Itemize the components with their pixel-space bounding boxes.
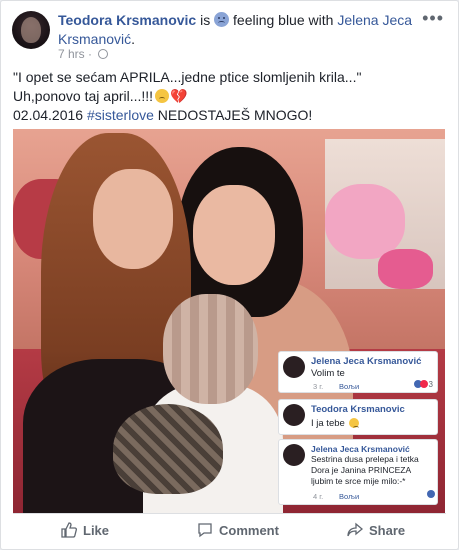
comment-1-reply[interactable]: Вољи [339,382,359,391]
comment-2-text-wrap: I ja tebe [311,418,360,429]
post-date: 02.04.2016 [13,107,87,123]
post-line-3: 02.04.2016 #sisterlove NEDOSTAJEŠ MNOGO! [13,106,443,125]
post-meta: 7 hrs · [58,47,109,61]
post-line-1: "I opet se sećam APRILA...jedne ptice sl… [13,69,362,85]
comment-2-text: I ja tebe [311,418,345,429]
comment-button[interactable]: Comment [197,514,279,550]
share-icon [347,522,363,537]
like-reaction-icon [427,490,435,498]
comment-1-time: 3 г. [313,382,324,391]
feeling-emoji-icon [214,12,230,27]
post-card: Teodora Krsmanovic is feeling blue with … [0,0,459,550]
comment-3-reply[interactable]: Вољи [339,492,359,501]
meta-separator: · [84,47,96,61]
tagged-suffix: . [131,31,136,47]
post-text: "I opet se sećam APRILA...jedne ptice sl… [13,68,443,125]
comment-2-avatar[interactable] [283,404,305,426]
post-header: Teodora Krsmanovic is feeling blue with … [58,11,418,49]
photo-cat [113,404,223,494]
comment-1-avatar[interactable] [283,356,305,378]
comment-label: Comment [219,523,279,538]
comment-1-text: Volim te [311,368,345,379]
thumbs-up-icon [61,522,77,538]
post-time[interactable]: 7 hrs [58,47,85,61]
action-bar: Like Comment Share [13,513,446,549]
post-line-2-text: Uh,ponovo taj april...!!! [13,88,154,104]
author-name[interactable]: Teodora Krsmanovic [58,12,196,28]
comment-1-reaction-count: 3 [428,380,433,389]
comment-3-author[interactable]: Jelena Jeca Krsmanović [311,444,410,454]
comment-1: Jelena Jeca Krsmanović Volim te 3 г. Вољ… [278,351,438,393]
hashtag-link[interactable]: #sisterlove [87,107,154,123]
feeling-text: feeling blue [233,12,305,28]
love-reaction-icon [420,380,429,388]
post-line-2: Uh,ponovo taj april...!!! 💔 [13,87,443,106]
comment-3: Jelena Jeca Krsmanović Sestrina dusa pre… [278,439,438,505]
like-button[interactable]: Like [61,514,109,550]
comment-3-avatar[interactable] [283,444,305,466]
comment-3-text-1: Sestrina dusa prelepa i tetka [311,454,419,464]
post-photo[interactable]: Jelena Jeca Krsmanović Volim te 3 г. Вољ… [13,129,445,513]
share-label: Share [369,523,406,538]
photo-person-right-face [193,185,275,285]
post-line-3-rest: NEDOSTAJEŠ MNOGO! [153,107,313,123]
share-button[interactable]: Share [347,514,405,550]
with-text: with [304,12,338,28]
photo-child-blurred-face [163,294,258,404]
photo-person-left-face [93,169,173,269]
comment-3-text-2: Dora je Janina PRINCEZA [311,465,412,475]
comment-1-reactions[interactable]: 3 [414,380,433,389]
comment-3-time: 4 г. [313,492,324,501]
comment-1-author[interactable]: Jelena Jeca Krsmanović [311,356,421,367]
globe-icon[interactable] [98,49,109,59]
photo-plush-pink [325,184,405,259]
more-icon[interactable]: ••• [422,9,444,27]
author-avatar[interactable] [12,11,50,49]
comment-2-author[interactable]: Teodora Krsmanovic [311,404,405,415]
like-label: Like [83,523,110,538]
comment-icon [198,523,212,538]
photo-plush-magenta [378,249,433,289]
worried-face-icon [155,89,170,103]
comment-2-emoji-icon [349,418,360,428]
comment-3-reactions[interactable] [427,490,435,499]
broken-heart-icon: 💔 [170,88,188,104]
comment-2: Teodora Krsmanovic I ja tebe [278,399,438,435]
feeling-prefix: is [196,12,215,28]
comment-3-text-3: ljubim te srce mije milo:-* [311,476,406,486]
